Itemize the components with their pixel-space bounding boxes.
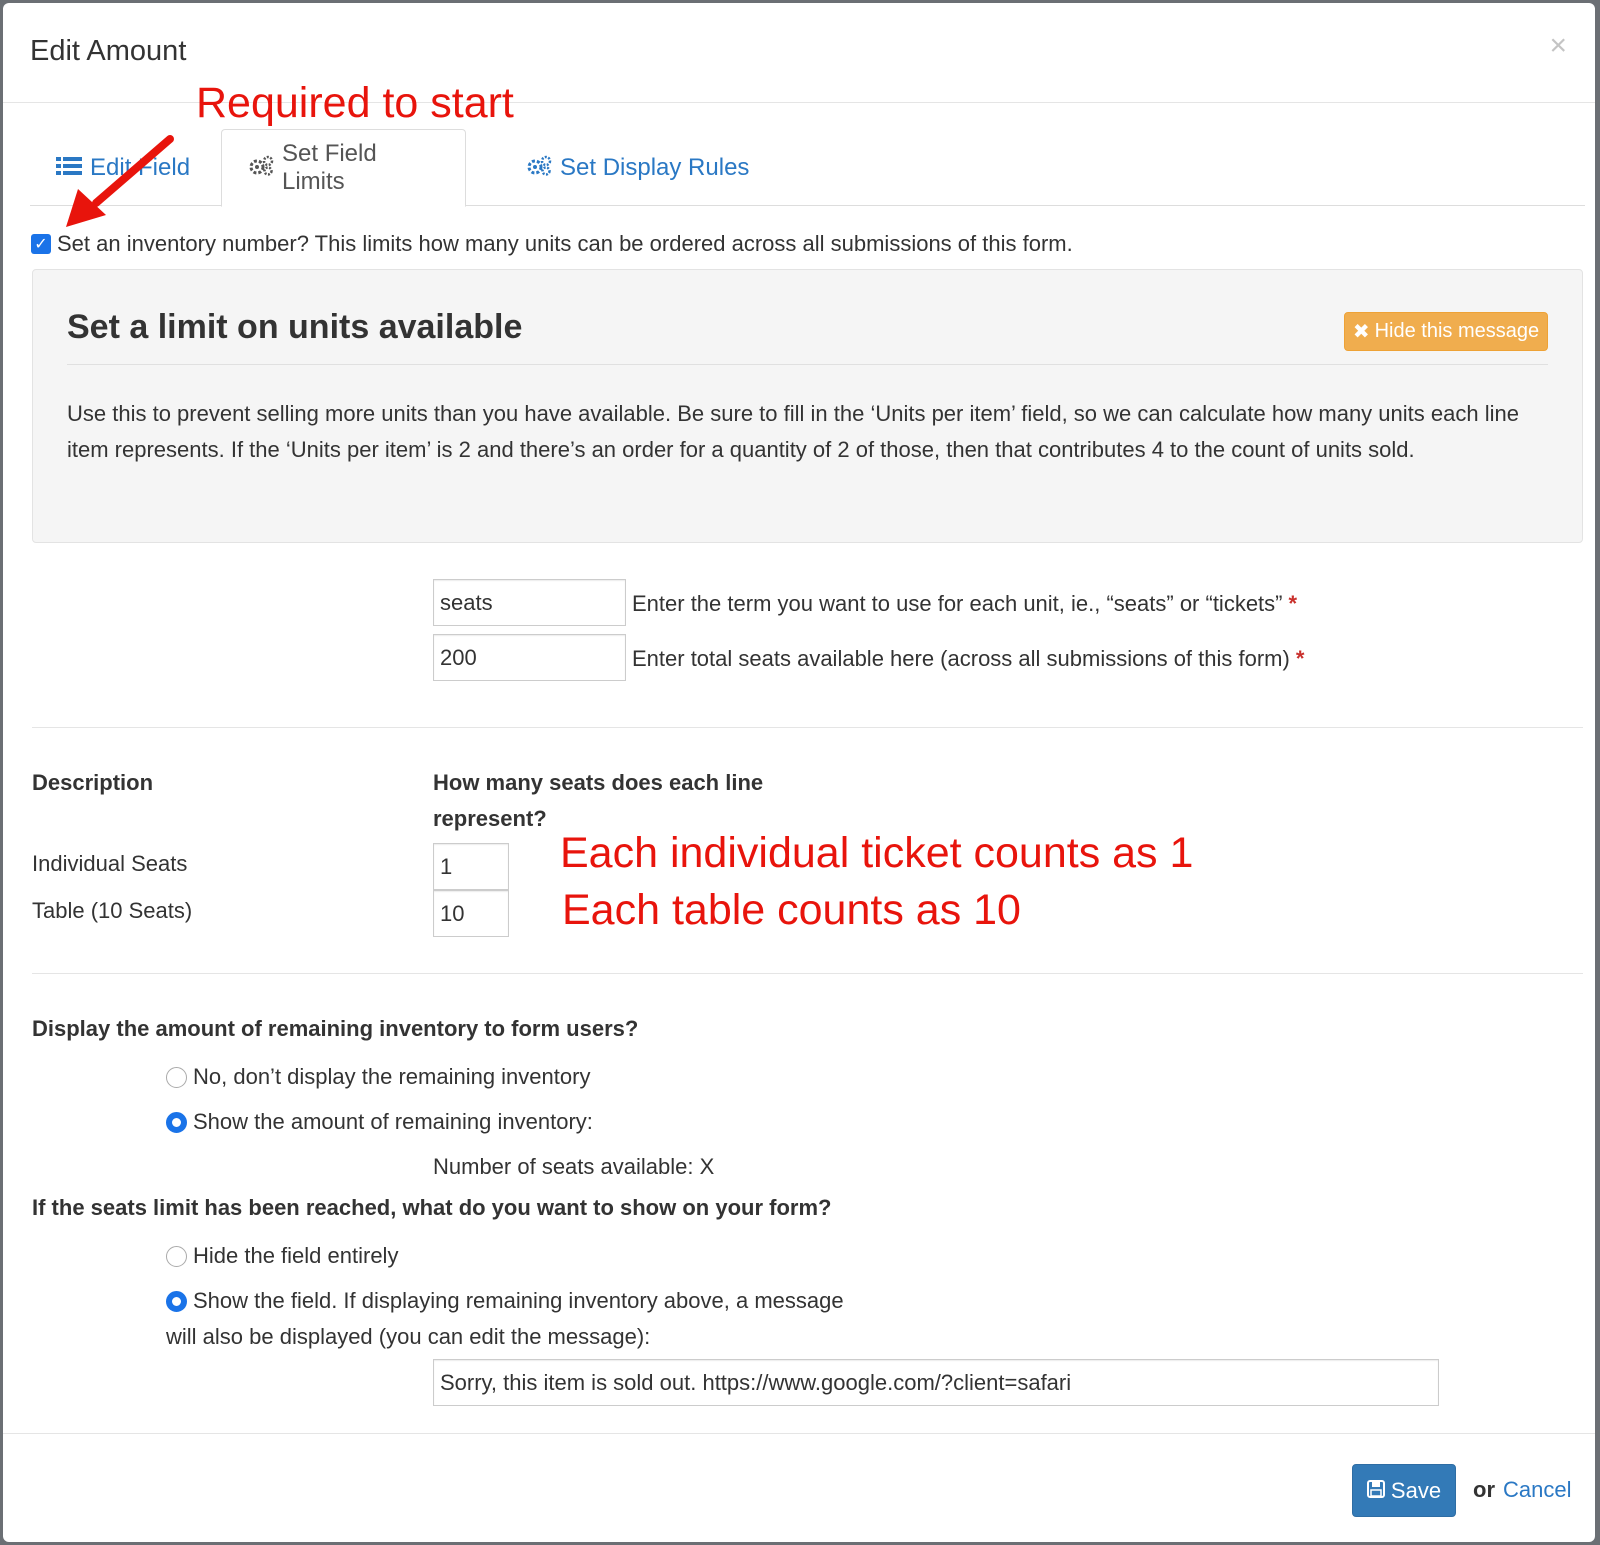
description-column-header: Description [32, 770, 154, 795]
info-box-title: Set a limit on units available [67, 308, 523, 346]
section-divider [32, 727, 1583, 728]
edit-amount-modal: Edit Amount × Required to start Edit Fie… [3, 3, 1595, 1542]
radio-label: Show the field. If displaying remaining … [193, 1288, 844, 1313]
tab-set-display-rules-label: Set Display Rules [560, 153, 750, 181]
remaining-inventory-preview: Number of seats available: X [433, 1154, 715, 1179]
radio-label-continuation: will also be displayed (you can edit the… [166, 1324, 651, 1349]
total-units-input[interactable]: 200 [433, 634, 626, 681]
required-mark: * [1295, 646, 1305, 671]
tab-set-field-limits-label: Set Field Limits [282, 140, 377, 195]
inventory-checkbox-row[interactable]: ✓ Set an inventory number? This limits h… [31, 231, 1073, 257]
radio-option-show-remaining[interactable]: Show the amount of remaining inventory: [166, 1109, 593, 1135]
tab-set-field-limits[interactable]: Set Field Limits [221, 129, 466, 207]
gears-icon [526, 155, 552, 181]
total-units-label-text: Enter total seats available here (across… [632, 646, 1290, 671]
hide-message-button[interactable]: ✖ Hide this message [1344, 312, 1548, 351]
annotation-table: Each table counts as 10 [562, 886, 1021, 934]
unit-term-input[interactable]: seats [433, 579, 626, 626]
hide-message-label: Hide this message [1374, 320, 1540, 342]
or-text: or [1473, 1477, 1495, 1502]
units-input-table[interactable]: 10 [433, 890, 509, 937]
save-label: Save [1390, 1477, 1442, 1503]
radio-label: Show the amount of remaining inventory: [193, 1109, 593, 1134]
units-column-header: How many seats does each line represent? [433, 770, 764, 831]
display-inventory-question: Display the amount of remaining inventor… [32, 1016, 639, 1041]
radio-label: Hide the field entirely [193, 1243, 399, 1268]
annotation-arrow-icon [66, 135, 174, 227]
inventory-checkbox-label: Set an inventory number? This limits how… [57, 231, 1073, 256]
modal-footer: Save or Cancel [3, 1433, 1595, 1542]
radio-option-show-field[interactable]: Show the field. If displaying remaining … [166, 1288, 844, 1314]
total-units-label: Enter total seats available here (across… [632, 646, 1304, 672]
unit-term-label: Enter the term you want to use for each … [632, 591, 1297, 617]
info-box: Set a limit on units available ✖ Hide th… [32, 269, 1583, 543]
info-box-body: Use this to prevent selling more units t… [67, 401, 1519, 462]
radio-option-hide-field[interactable]: Hide the field entirely [166, 1243, 398, 1269]
radio-button[interactable] [166, 1245, 187, 1267]
cancel-link[interactable]: Cancel [1503, 1477, 1571, 1503]
gears-icon [248, 155, 274, 181]
floppy-disk-icon [1366, 1478, 1385, 1504]
section-divider [32, 973, 1583, 974]
info-box-divider [67, 364, 1548, 365]
annotation-required-to-start: Required to start [196, 79, 514, 127]
modal-title: Edit Amount [30, 35, 187, 67]
radio-option-no-display[interactable]: No, don’t display the remaining inventor… [166, 1064, 590, 1090]
radio-button-selected[interactable] [166, 1111, 187, 1133]
close-icon[interactable]: × [1549, 31, 1567, 61]
close-icon: ✖ [1352, 321, 1370, 343]
sold-out-message-input[interactable]: Sorry, this item is sold out. https://ww… [433, 1359, 1439, 1406]
limit-reached-question: If the seats limit has been reached, wha… [32, 1195, 832, 1220]
required-mark: * [1288, 591, 1298, 616]
row-description-individual: Individual Seats [32, 851, 188, 876]
units-input-individual[interactable]: 1 [433, 843, 509, 890]
radio-button[interactable] [166, 1066, 187, 1088]
radio-label: No, don’t display the remaining inventor… [193, 1064, 591, 1089]
tab-set-display-rules[interactable]: Set Display Rules [500, 129, 775, 206]
save-button[interactable]: Save [1352, 1464, 1456, 1517]
row-description-table: Table (10 Seats) [32, 898, 193, 923]
annotation-individual-ticket: Each individual ticket counts as 1 [560, 829, 1194, 877]
radio-button-selected[interactable] [166, 1290, 187, 1312]
tab-bar: Edit Field Set Field Limits Set Display … [30, 129, 1585, 207]
inventory-checkbox[interactable]: ✓ [31, 234, 51, 254]
unit-term-label-text: Enter the term you want to use for each … [632, 591, 1283, 616]
